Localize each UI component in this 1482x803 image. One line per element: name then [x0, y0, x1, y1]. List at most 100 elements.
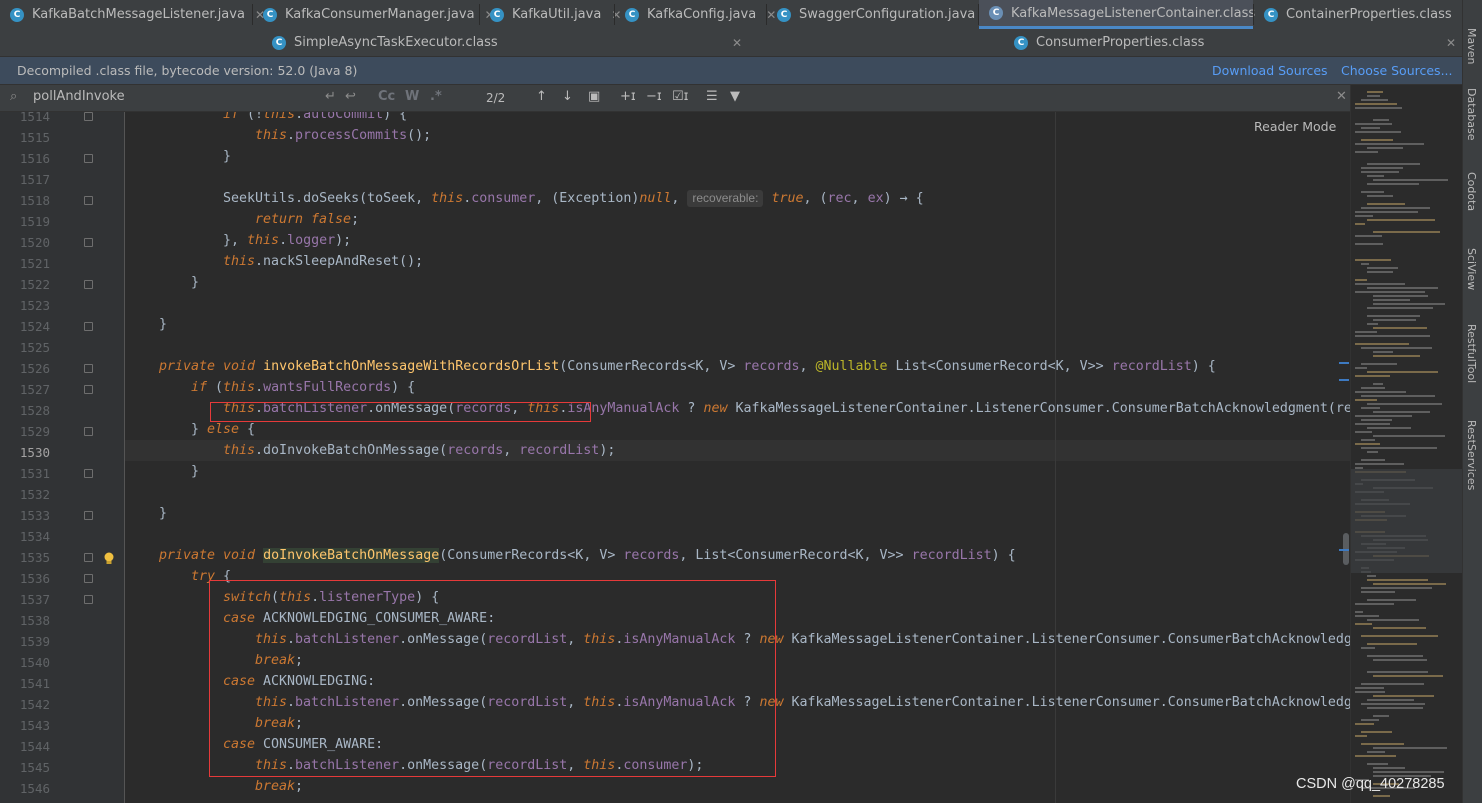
- tab-consumer-properties[interactable]: C ConsumerProperties.class ✕: [1004, 29, 1456, 56]
- fold-marker-icon[interactable]: [84, 469, 93, 478]
- right-margin-guide: [1055, 112, 1056, 803]
- code-line: this.processCommits();: [255, 128, 432, 143]
- minimap-line: [1355, 367, 1367, 369]
- minimap-line: [1367, 91, 1383, 93]
- minimap-line: [1361, 99, 1388, 101]
- minimap-line: [1355, 687, 1384, 689]
- tab-label: KafkaConfig.java: [647, 7, 757, 22]
- line-number: 1514: [19, 109, 50, 124]
- fold-marker-icon[interactable]: [84, 112, 93, 121]
- line-number: 1534: [19, 529, 50, 544]
- tab-kafka-message-listener-container[interactable]: C KafkaMessageListenerContainer.class ✕: [979, 0, 1275, 29]
- search-input[interactable]: pollAndInvoke: [33, 89, 125, 104]
- minimap-line: [1367, 287, 1438, 289]
- minimap-line: [1367, 315, 1420, 317]
- tab-swagger-configuration[interactable]: C SwaggerConfiguration.java ✕: [767, 0, 995, 29]
- fold-marker-icon[interactable]: [84, 238, 93, 247]
- line-number: 1533: [19, 508, 50, 523]
- code-line: private void doInvokeBatchOnMessage(Cons…: [159, 548, 1016, 563]
- fold-marker-icon[interactable]: [84, 322, 93, 331]
- tab-kafka-config[interactable]: C KafkaConfig.java ✕: [615, 0, 776, 29]
- minimap-line: [1355, 211, 1418, 213]
- minimap-line: [1367, 671, 1428, 673]
- line-number: 1524: [19, 319, 50, 334]
- tab-kafka-batch-message-listener[interactable]: C KafkaBatchMessageListener.java ✕: [0, 0, 265, 29]
- codota-tool[interactable]: Codota: [1465, 172, 1478, 211]
- close-icon[interactable]: ✕: [1446, 36, 1456, 50]
- line-number: 1528: [19, 403, 50, 418]
- minimap-line: [1373, 747, 1447, 749]
- tab-kafka-consumer-manager[interactable]: C KafkaConsumerManager.java ✕: [253, 0, 495, 29]
- minimap-line: [1361, 167, 1403, 169]
- add-selection-icon[interactable]: +ɪ: [620, 89, 636, 104]
- minimap-line: [1361, 703, 1425, 705]
- next-occurrence-icon[interactable]: ↓: [562, 89, 573, 104]
- minimap-line: [1361, 587, 1432, 589]
- code-line: }: [191, 464, 200, 479]
- close-icon[interactable]: ✕: [732, 36, 742, 50]
- minimap-line: [1361, 395, 1435, 397]
- line-number: 1521: [19, 256, 50, 271]
- minimap-line: [1373, 767, 1405, 769]
- maven-tool[interactable]: Maven: [1465, 28, 1478, 64]
- select-all-occurrences-icon[interactable]: ☑ɪ: [672, 89, 689, 104]
- minimap-line: [1361, 731, 1392, 733]
- reader-mode-label[interactable]: Reader Mode: [1254, 119, 1336, 134]
- minimap-line: [1355, 103, 1397, 105]
- line-number: 1539: [19, 634, 50, 649]
- minimap-line: [1367, 307, 1433, 309]
- filter-options-icon[interactable]: ☰: [706, 89, 718, 104]
- tab-kafka-util[interactable]: C KafkaUtil.java ✕: [480, 0, 621, 29]
- class-icon: C: [272, 35, 286, 50]
- line-number: 1544: [19, 739, 50, 754]
- download-sources-link[interactable]: Download Sources: [1212, 63, 1328, 78]
- regex-toggle[interactable]: .*: [430, 89, 442, 104]
- fold-marker-icon[interactable]: [84, 574, 93, 583]
- restservices-tool[interactable]: RestServices: [1465, 420, 1478, 490]
- fold-marker-icon[interactable]: [84, 364, 93, 373]
- sciview-tool[interactable]: SciView: [1465, 248, 1478, 290]
- minimap-line: [1361, 743, 1404, 745]
- new-line-icon[interactable]: ↵: [325, 89, 336, 104]
- remove-selection-icon[interactable]: −ɪ: [646, 89, 662, 104]
- lightbulb-icon[interactable]: [103, 552, 115, 566]
- fold-marker-icon[interactable]: [84, 595, 93, 604]
- tab-label: ConsumerProperties.class: [1036, 35, 1205, 50]
- code-editor[interactable]: if (!this.autoCommit) { this.processComm…: [125, 112, 1350, 803]
- minimap-line: [1367, 575, 1376, 577]
- restfultool-tool[interactable]: RestfulTool: [1465, 324, 1478, 383]
- minimap-line: [1361, 347, 1432, 349]
- words-toggle[interactable]: W: [405, 89, 419, 104]
- history-icon[interactable]: ↩: [345, 89, 356, 104]
- search-icon[interactable]: ⌕: [10, 89, 17, 104]
- minimap-line: [1355, 331, 1377, 333]
- choose-sources-link[interactable]: Choose Sources...: [1341, 63, 1453, 78]
- minimap-viewport[interactable]: [1351, 469, 1463, 573]
- minimap-line: [1355, 723, 1374, 725]
- fold-marker-icon[interactable]: [84, 427, 93, 436]
- fold-marker-icon[interactable]: [84, 511, 93, 520]
- minimap-line: [1373, 355, 1420, 357]
- tab-simple-async-task-executor[interactable]: C SimpleAsyncTaskExecutor.class ✕: [262, 29, 742, 56]
- minimap-line: [1367, 267, 1398, 269]
- database-tool[interactable]: Database: [1465, 88, 1478, 141]
- filter-icon[interactable]: ▼: [730, 89, 740, 104]
- close-search-icon[interactable]: ✕: [1336, 89, 1347, 104]
- fold-marker-icon[interactable]: [84, 553, 93, 562]
- minimap-line: [1355, 603, 1394, 605]
- previous-occurrence-icon[interactable]: ↑: [536, 89, 547, 104]
- minimap-line: [1361, 635, 1438, 637]
- fold-marker-icon[interactable]: [84, 154, 93, 163]
- tab-container-properties[interactable]: C ContainerProperties.class: [1254, 0, 1462, 29]
- fold-marker-icon[interactable]: [84, 196, 93, 205]
- fold-marker-icon[interactable]: [84, 385, 93, 394]
- minimap-line: [1361, 127, 1380, 129]
- minimap-line: [1361, 447, 1437, 449]
- match-case-toggle[interactable]: Cc: [378, 89, 395, 104]
- minimap-line: [1361, 191, 1384, 193]
- minimap-line: [1361, 139, 1393, 141]
- open-in-window-icon[interactable]: ▣: [588, 89, 600, 104]
- minimap[interactable]: [1339, 85, 1463, 803]
- fold-marker-icon[interactable]: [84, 280, 93, 289]
- line-number: 1516: [19, 151, 50, 166]
